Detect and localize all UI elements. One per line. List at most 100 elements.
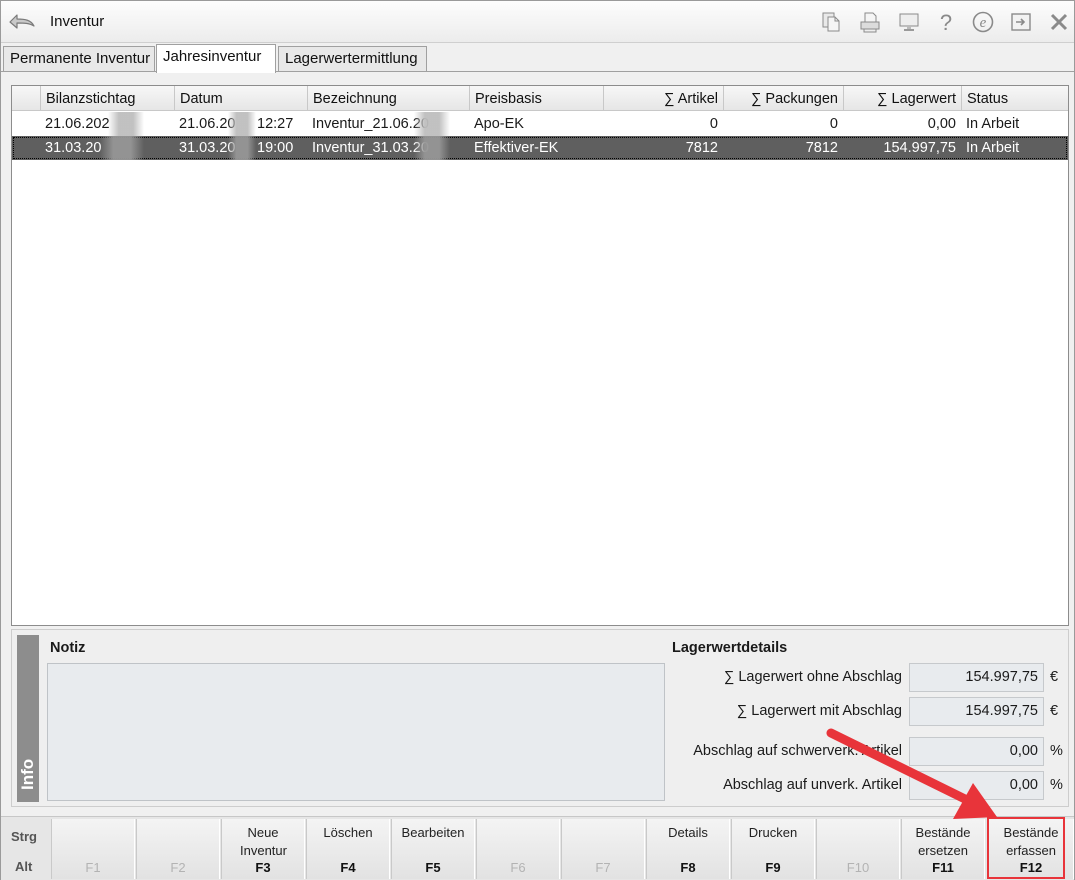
bestaende-ersetzen-button[interactable]: Bestände ersetzen F11	[901, 819, 985, 879]
f9-key: F9	[765, 860, 781, 875]
lagerwert-ohne-abschlag-label: ∑ Lagerwert ohne Abschlag	[723, 669, 902, 685]
bestaende-erfassen-button[interactable]: Bestände erfassen F12	[988, 819, 1074, 879]
f4-key: F4	[340, 860, 356, 875]
redaction-blur	[414, 136, 450, 160]
printer-icon[interactable]	[858, 10, 882, 34]
column-header-status[interactable]: Status	[961, 86, 1068, 111]
cell-bilanzstichtag: 21.06.202	[45, 116, 110, 132]
f8-key: F8	[680, 860, 696, 875]
f6-key: F6	[510, 860, 526, 875]
table-row[interactable]: 21.06.202 21.06.20 12:27 Inventur_21.06.…	[12, 112, 1068, 136]
cell-packungen: 0	[829, 116, 838, 132]
tab-bar: Permanente Inventur Jahresinventur Lager…	[1, 44, 1074, 73]
tab-permanente-inventur[interactable]: Permanente Inventur	[3, 46, 155, 72]
alt-label: Alt	[15, 859, 33, 874]
title-bar: Inventur ? e	[1, 1, 1074, 43]
f10-key: F10	[846, 860, 870, 875]
info-side-label: Info	[18, 758, 37, 790]
tab-label: Jahresinventur	[163, 48, 262, 65]
percent-unit: %	[1050, 743, 1063, 759]
function-key-bar: Strg Alt F1 F2 Neue Inventur F3 Löschen …	[1, 816, 1074, 880]
column-header-artikel[interactable]: ∑ Artikel	[603, 86, 723, 111]
f3-label: Neue Inventur	[240, 825, 287, 858]
e-icon[interactable]: e	[971, 10, 995, 34]
f11-label: Bestände ersetzen	[915, 825, 971, 858]
window-title: Inventur	[50, 13, 105, 30]
tab-jahresinventur[interactable]: Jahresinventur	[156, 44, 276, 73]
details-button[interactable]: Details F8	[646, 819, 730, 879]
inventur-window: Inventur ? e Permanente Inventur Jahresi…	[0, 0, 1075, 880]
info-panel: Info Notiz Lagerwertdetails ∑ Lagerwert …	[11, 629, 1069, 807]
column-header-lagerwert[interactable]: ∑ Lagerwert	[843, 86, 961, 111]
cell-zeit: 12:27	[257, 116, 294, 132]
f11-key: F11	[932, 860, 954, 875]
svg-text:e: e	[980, 15, 987, 31]
neue-inventur-button[interactable]: Neue Inventur F3	[221, 819, 305, 879]
tab-label: Permanente Inventur	[10, 50, 151, 67]
inventur-table[interactable]: Bilanzstichtag Datum Bezeichnung Preisba…	[11, 85, 1069, 626]
notiz-textarea[interactable]	[47, 663, 665, 801]
abschlag-schwerverk-label: Abschlag auf schwerverk. Artikel	[693, 743, 902, 759]
lagerwert-mit-abschlag-field: 154.997,75	[909, 697, 1044, 726]
f9-label: Drucken	[748, 825, 798, 840]
cell-artikel: 7812	[685, 140, 718, 156]
info-side-tab[interactable]: Info	[17, 635, 39, 802]
close-icon[interactable]	[1047, 10, 1071, 34]
f7-button[interactable]: F7	[561, 819, 645, 879]
f2-key: F2	[170, 860, 186, 875]
column-header-bezeichnung[interactable]: Bezeichnung	[307, 86, 469, 111]
strg-label: Strg	[11, 829, 37, 844]
cell-zeit: 19:00	[257, 140, 294, 156]
f10-button[interactable]: F10	[816, 819, 900, 879]
column-header-bilanzstichtag[interactable]: Bilanzstichtag	[40, 86, 174, 111]
abschlag-unverk-field: 0,00	[909, 771, 1044, 800]
cell-lagerwert: 154.997,75	[883, 140, 956, 156]
f12-key: F12	[1019, 860, 1043, 875]
f1-button[interactable]: F1	[51, 819, 135, 879]
cell-artikel: 0	[709, 116, 718, 132]
documents-icon[interactable]	[819, 10, 843, 34]
redaction-blur	[414, 112, 450, 136]
cell-status: In Arbeit	[966, 116, 1020, 132]
percent-unit: %	[1050, 777, 1063, 793]
lagerwert-mit-abschlag-label: ∑ Lagerwert mit Abschlag	[736, 703, 902, 719]
export-icon[interactable]	[1009, 10, 1033, 34]
cell-packungen: 7812	[805, 140, 838, 156]
f3-key: F3	[255, 860, 271, 875]
f12-label: Bestände erfassen	[1003, 825, 1059, 858]
f2-button[interactable]: F2	[136, 819, 220, 879]
f6-button[interactable]: F6	[476, 819, 560, 879]
table-header: Bilanzstichtag Datum Bezeichnung Preisba…	[12, 86, 1068, 111]
euro-unit: €	[1050, 703, 1059, 719]
f4-label: Löschen	[323, 825, 373, 840]
notiz-title: Notiz	[50, 640, 86, 656]
loeschen-button[interactable]: Löschen F4	[306, 819, 390, 879]
f7-key: F7	[595, 860, 611, 875]
column-header-packungen[interactable]: ∑ Packungen	[723, 86, 843, 111]
monitor-icon[interactable]	[897, 10, 921, 34]
lagerwertdetails-title: Lagerwertdetails	[672, 640, 788, 656]
help-icon[interactable]: ?	[934, 10, 958, 34]
abschlag-schwerverk-field: 0,00	[909, 737, 1044, 766]
cell-lagerwert: 0,00	[927, 116, 956, 132]
drucken-button[interactable]: Drucken F9	[731, 819, 815, 879]
column-header-datum[interactable]: Datum	[174, 86, 307, 111]
table-row-selected[interactable]: 31.03.20 31.03.20 19:00 Inventur_31.03.2…	[12, 136, 1068, 160]
column-header-preisbasis[interactable]: Preisbasis	[469, 86, 603, 111]
tab-lagerwertermittlung[interactable]: Lagerwertermittlung	[278, 46, 427, 72]
f5-label: Bearbeiten	[401, 825, 465, 840]
tab-label: Lagerwertermittlung	[285, 50, 418, 67]
cell-status: In Arbeit	[966, 140, 1020, 156]
lagerwert-ohne-abschlag-field: 154.997,75	[909, 663, 1044, 692]
redaction-blur	[100, 136, 144, 160]
modifier-labels: Strg Alt	[1, 817, 49, 880]
cell-preisbasis: Apo-EK	[474, 116, 524, 132]
back-arrow-icon[interactable]	[7, 9, 37, 33]
redaction-blur	[108, 112, 144, 136]
cell-preisbasis: Effektiver-EK	[474, 140, 559, 156]
svg-text:?: ?	[940, 10, 952, 34]
f8-label: Details	[668, 825, 708, 840]
euro-unit: €	[1050, 669, 1059, 685]
bearbeiten-button[interactable]: Bearbeiten F5	[391, 819, 475, 879]
f1-key: F1	[85, 860, 101, 875]
